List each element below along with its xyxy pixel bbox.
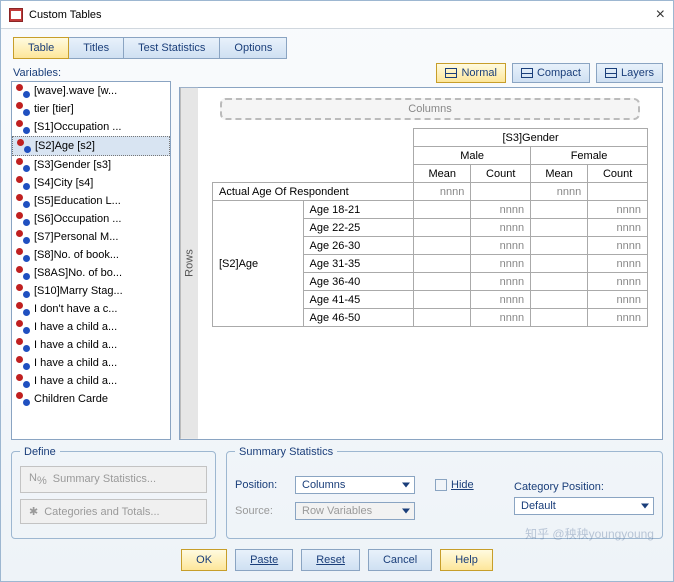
- position-select[interactable]: Columns: [295, 476, 415, 494]
- compact-button[interactable]: Compact: [512, 63, 590, 83]
- tab-options[interactable]: Options: [219, 37, 287, 59]
- define-group: Define N%Summary Statistics... ✱Categori…: [11, 446, 216, 539]
- hide-checkbox[interactable]: [435, 479, 447, 491]
- reset-button[interactable]: Reset: [301, 549, 360, 571]
- variable-item[interactable]: [S10]Marry Stag...: [12, 282, 170, 300]
- variable-icon: [16, 194, 30, 208]
- tab-table[interactable]: Table: [13, 37, 69, 59]
- variable-item[interactable]: [S6]Occupation ...: [12, 210, 170, 228]
- variable-item[interactable]: [S8AS]No. of bo...: [12, 264, 170, 282]
- rows-gutter: Rows: [180, 88, 198, 439]
- variable-icon: [17, 139, 31, 153]
- variable-item[interactable]: [S3]Gender [s3]: [12, 156, 170, 174]
- summary-statistics-button[interactable]: N%Summary Statistics...: [20, 466, 207, 493]
- tab-titles[interactable]: Titles: [68, 37, 124, 59]
- chevron-down-icon: [402, 482, 410, 487]
- columns-dropzone[interactable]: Columns: [220, 98, 640, 120]
- paste-button[interactable]: Paste: [235, 549, 293, 571]
- variable-icon: [16, 302, 30, 316]
- table-icon: [521, 68, 533, 78]
- tabstrip: Table Titles Test Statistics Options: [1, 29, 673, 59]
- variable-icon: [16, 284, 30, 298]
- tab-test-statistics[interactable]: Test Statistics: [123, 37, 220, 59]
- normal-button[interactable]: Normal: [436, 63, 505, 83]
- variable-item[interactable]: Children Carde: [12, 390, 170, 408]
- source-label: Source:: [235, 505, 289, 517]
- hide-label: Hide: [451, 479, 474, 491]
- chevron-down-icon: [641, 503, 649, 508]
- category-position-select[interactable]: Default: [514, 497, 654, 515]
- variable-icon: [16, 392, 30, 406]
- variable-icon: [16, 356, 30, 370]
- variable-icon: [16, 212, 30, 226]
- variable-item[interactable]: [S7]Personal M...: [12, 228, 170, 246]
- chevron-down-icon: [402, 508, 410, 513]
- variable-item[interactable]: I have a child a...: [12, 354, 170, 372]
- variable-item[interactable]: I have a child a...: [12, 336, 170, 354]
- category-position-label: Category Position:: [514, 481, 654, 493]
- variable-icon: [16, 176, 30, 190]
- variable-item[interactable]: [S1]Occupation ...: [12, 118, 170, 136]
- variable-icon: [16, 374, 30, 388]
- variable-icon: [16, 102, 30, 116]
- variable-icon: [16, 338, 30, 352]
- variable-item[interactable]: [wave].wave [w...: [12, 82, 170, 100]
- help-button[interactable]: Help: [440, 549, 493, 571]
- source-select: Row Variables: [295, 502, 415, 520]
- ok-button[interactable]: OK: [181, 549, 227, 571]
- variable-icon: [16, 120, 30, 134]
- variables-list[interactable]: [wave].wave [w...tier [tier][S1]Occupati…: [11, 81, 171, 440]
- close-icon[interactable]: ×: [656, 6, 665, 24]
- app-icon: [9, 8, 23, 22]
- variable-item[interactable]: [S8]No. of book...: [12, 246, 170, 264]
- window-title: Custom Tables: [29, 9, 102, 21]
- summary-statistics-group: Summary Statistics Position: Columns Hid…: [226, 446, 663, 539]
- variable-item[interactable]: [S4]City [s4]: [12, 174, 170, 192]
- cancel-button[interactable]: Cancel: [368, 549, 432, 571]
- variable-icon: [16, 158, 30, 172]
- variables-label: Variables:: [13, 67, 171, 79]
- variable-item[interactable]: I have a child a...: [12, 318, 170, 336]
- variable-icon: [16, 230, 30, 244]
- variable-item[interactable]: [S2]Age [s2]: [12, 136, 170, 156]
- preview-table: [S3]GenderMaleFemaleMeanCountMeanCountAc…: [212, 128, 648, 327]
- categories-totals-button[interactable]: ✱Categories and Totals...: [20, 499, 207, 524]
- variable-item[interactable]: I have a child a...: [12, 372, 170, 390]
- variable-item[interactable]: I don't have a c...: [12, 300, 170, 318]
- layers-icon: [605, 68, 617, 78]
- variable-icon: [16, 84, 30, 98]
- layers-button[interactable]: Layers: [596, 63, 663, 83]
- variable-item[interactable]: [S5]Education L...: [12, 192, 170, 210]
- variable-icon: [16, 266, 30, 280]
- variable-item[interactable]: tier [tier]: [12, 100, 170, 118]
- table-canvas[interactable]: Columns [S3]GenderMaleFemaleMeanCountMea…: [198, 88, 662, 439]
- variable-icon: [16, 248, 30, 262]
- position-label: Position:: [235, 479, 289, 491]
- variable-icon: [16, 320, 30, 334]
- table-icon: [445, 68, 457, 78]
